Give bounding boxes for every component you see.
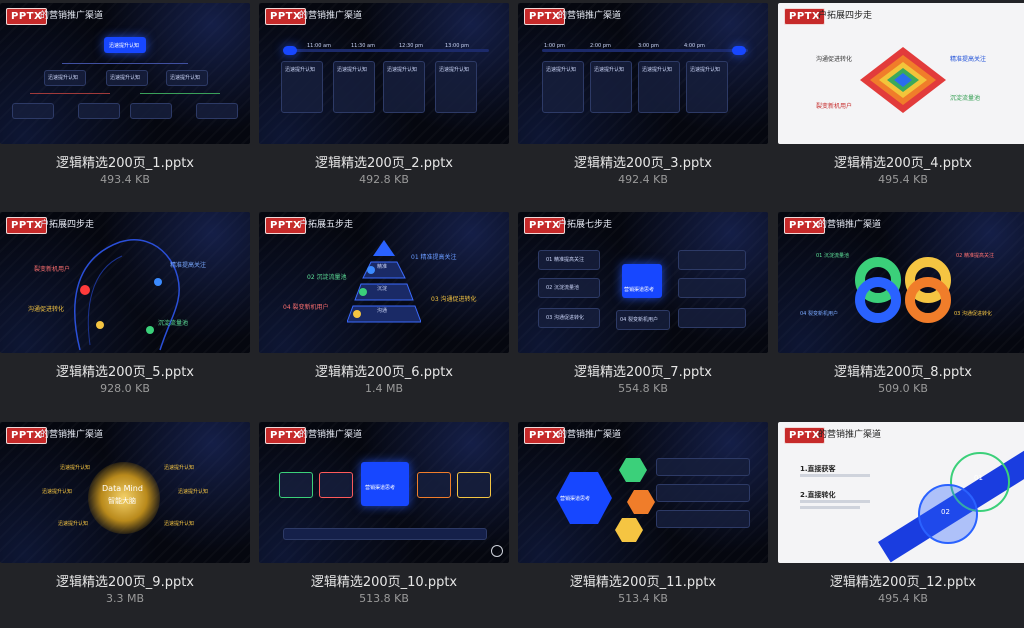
file-tile[interactable]: PPTX 户拓展七步走 营销渠道思考 01 精准提高关注 02 沉淀流量池 03… [518,212,768,418]
file-tile[interactable]: PPTX 的营销推广渠道 1:00 pm 2:00 pm 3:00 pm 4:0… [518,3,768,209]
file-name[interactable]: 逻辑精选200页_11.pptx [518,571,768,590]
file-size: 493.4 KB [100,173,150,186]
slide-thumbnail[interactable]: PPTX 户拓展七步走 营销渠道思考 01 精准提高关注 02 沉淀流量池 03… [518,212,768,353]
file-name[interactable]: 逻辑精选200页_1.pptx [0,152,250,171]
slide-title: 的营销推广渠道 [299,11,363,21]
file-size: 495.4 KB [878,173,928,186]
slide-thumbnail[interactable]: PPTX 户拓展五步走 精准 沉淀 沟通 01 精准提高关注 02 沉淀流量池 … [259,212,509,353]
file-size: 495.4 KB [878,592,928,605]
file-tile[interactable]: PPTX 的营销推广渠道 1.直接获客 2.直接转化 01 02 逻辑精选200… [778,422,1024,628]
interlocking-rings-graphic [855,257,951,323]
file-grid: PPTX 的营销推广渠道 迅速提升认知 迅速提升认知 迅速提升认知 迅速提升认知… [0,0,1024,609]
file-tile[interactable]: PPTX 的营销推广渠道 营销渠道思考 逻辑精选200页_10.pptx 513… [259,422,509,628]
file-tile[interactable]: PPTX 的营销推广渠道 01 沉淀流量池 02 精准提高关注 03 沟通促进转… [778,212,1024,418]
file-name[interactable]: 逻辑精选200页_5.pptx [0,361,250,380]
slide-title: 户拓展四步走 [818,11,873,21]
file-name[interactable]: 逻辑精选200页_9.pptx [0,571,250,590]
file-tile[interactable]: PPTX 户拓展五步走 精准 沉淀 沟通 01 精准提高关注 02 沉淀流量池 … [259,212,509,418]
slide-thumbnail[interactable]: PPTX 的营销推广渠道 营销渠道思考 [518,422,768,563]
file-tile[interactable]: PPTX 户拓展四步走 裂变新机用户 沟通促进转化 精准提高关注 沉淀流量池 逻… [0,212,250,418]
slide-title: 的营销推广渠道 [558,430,622,440]
slide-title: 的营销推广渠道 [818,430,882,440]
head-graphic [74,239,180,351]
file-size: 3.3 MB [105,592,145,605]
file-tile[interactable]: PPTX 的营销推广渠道 11:00 am 11:30 am 12:30 pm … [259,3,509,209]
slide-title: 的营销推广渠道 [299,430,363,440]
file-size: 509.0 KB [878,382,928,395]
slide-thumbnail[interactable]: PPTX 的营销推广渠道 01 沉淀流量池 02 精准提高关注 03 沟通促进转… [778,212,1024,353]
slide-title: 户拓展七步走 [558,220,613,230]
slide-thumbnail[interactable]: PPTX 的营销推广渠道 1.直接获客 2.直接转化 01 02 [778,422,1024,563]
file-tile[interactable]: PPTX 的营销推广渠道 Data Mind 智能大脑 迅速提升认知 迅速提升认… [0,422,250,628]
zoom-icon[interactable] [491,545,503,557]
file-size: 513.8 KB [359,592,409,605]
slide-title: 的营销推广渠道 [818,220,882,230]
file-size: 492.8 KB [359,173,409,186]
file-size: 513.4 KB [618,592,668,605]
slide-thumbnail[interactable]: PPTX 的营销推广渠道 11:00 am 11:30 am 12:30 pm … [259,3,509,144]
file-name[interactable]: 逻辑精选200页_3.pptx [518,152,768,171]
file-size: 928.0 KB [100,382,150,395]
file-tile[interactable]: PPTX 户拓展四步走 沟通促进转化 精准提高关注 裂变新机用户 沉淀流量池 逻… [778,3,1024,209]
slide-thumbnail[interactable]: PPTX 的营销推广渠道 营销渠道思考 [259,422,509,563]
file-size: 1.4 MB [364,382,404,395]
slide-thumbnail[interactable]: PPTX 的营销推广渠道 Data Mind 智能大脑 迅速提升认知 迅速提升认… [0,422,250,563]
layered-diamond-graphic [860,47,946,113]
file-name[interactable]: 逻辑精选200页_8.pptx [778,361,1024,380]
file-name[interactable]: 逻辑精选200页_12.pptx [778,571,1024,590]
hexagon-graphic [556,458,655,542]
slide-thumbnail[interactable]: PPTX 户拓展四步走 沟通促进转化 精准提高关注 裂变新机用户 沉淀流量池 [778,3,1024,144]
file-tile[interactable]: PPTX 的营销推广渠道 营销渠道思考 逻辑精选200页_11.pptx 513… [518,422,768,628]
file-name[interactable]: 逻辑精选200页_6.pptx [259,361,509,380]
slide-title: 户拓展五步走 [299,220,354,230]
slide-thumbnail[interactable]: PPTX 的营销推广渠道 迅速提升认知 迅速提升认知 迅速提升认知 迅速提升认知 [0,3,250,144]
slide-title: 的营销推广渠道 [558,11,622,21]
file-size: 492.4 KB [618,173,668,186]
file-size: 554.8 KB [618,382,668,395]
file-tile[interactable]: PPTX 的营销推广渠道 迅速提升认知 迅速提升认知 迅速提升认知 迅速提升认知… [0,3,250,209]
slide-title: 的营销推广渠道 [40,430,104,440]
file-name[interactable]: 逻辑精选200页_4.pptx [778,152,1024,171]
slide-thumbnail[interactable]: PPTX 的营销推广渠道 1:00 pm 2:00 pm 3:00 pm 4:0… [518,3,768,144]
file-name[interactable]: 逻辑精选200页_7.pptx [518,361,768,380]
slide-title: 的营销推广渠道 [40,11,104,21]
file-name[interactable]: 逻辑精选200页_2.pptx [259,152,509,171]
slide-thumbnail[interactable]: PPTX 户拓展四步走 裂变新机用户 沟通促进转化 精准提高关注 沉淀流量池 [0,212,250,353]
file-name[interactable]: 逻辑精选200页_10.pptx [259,571,509,590]
